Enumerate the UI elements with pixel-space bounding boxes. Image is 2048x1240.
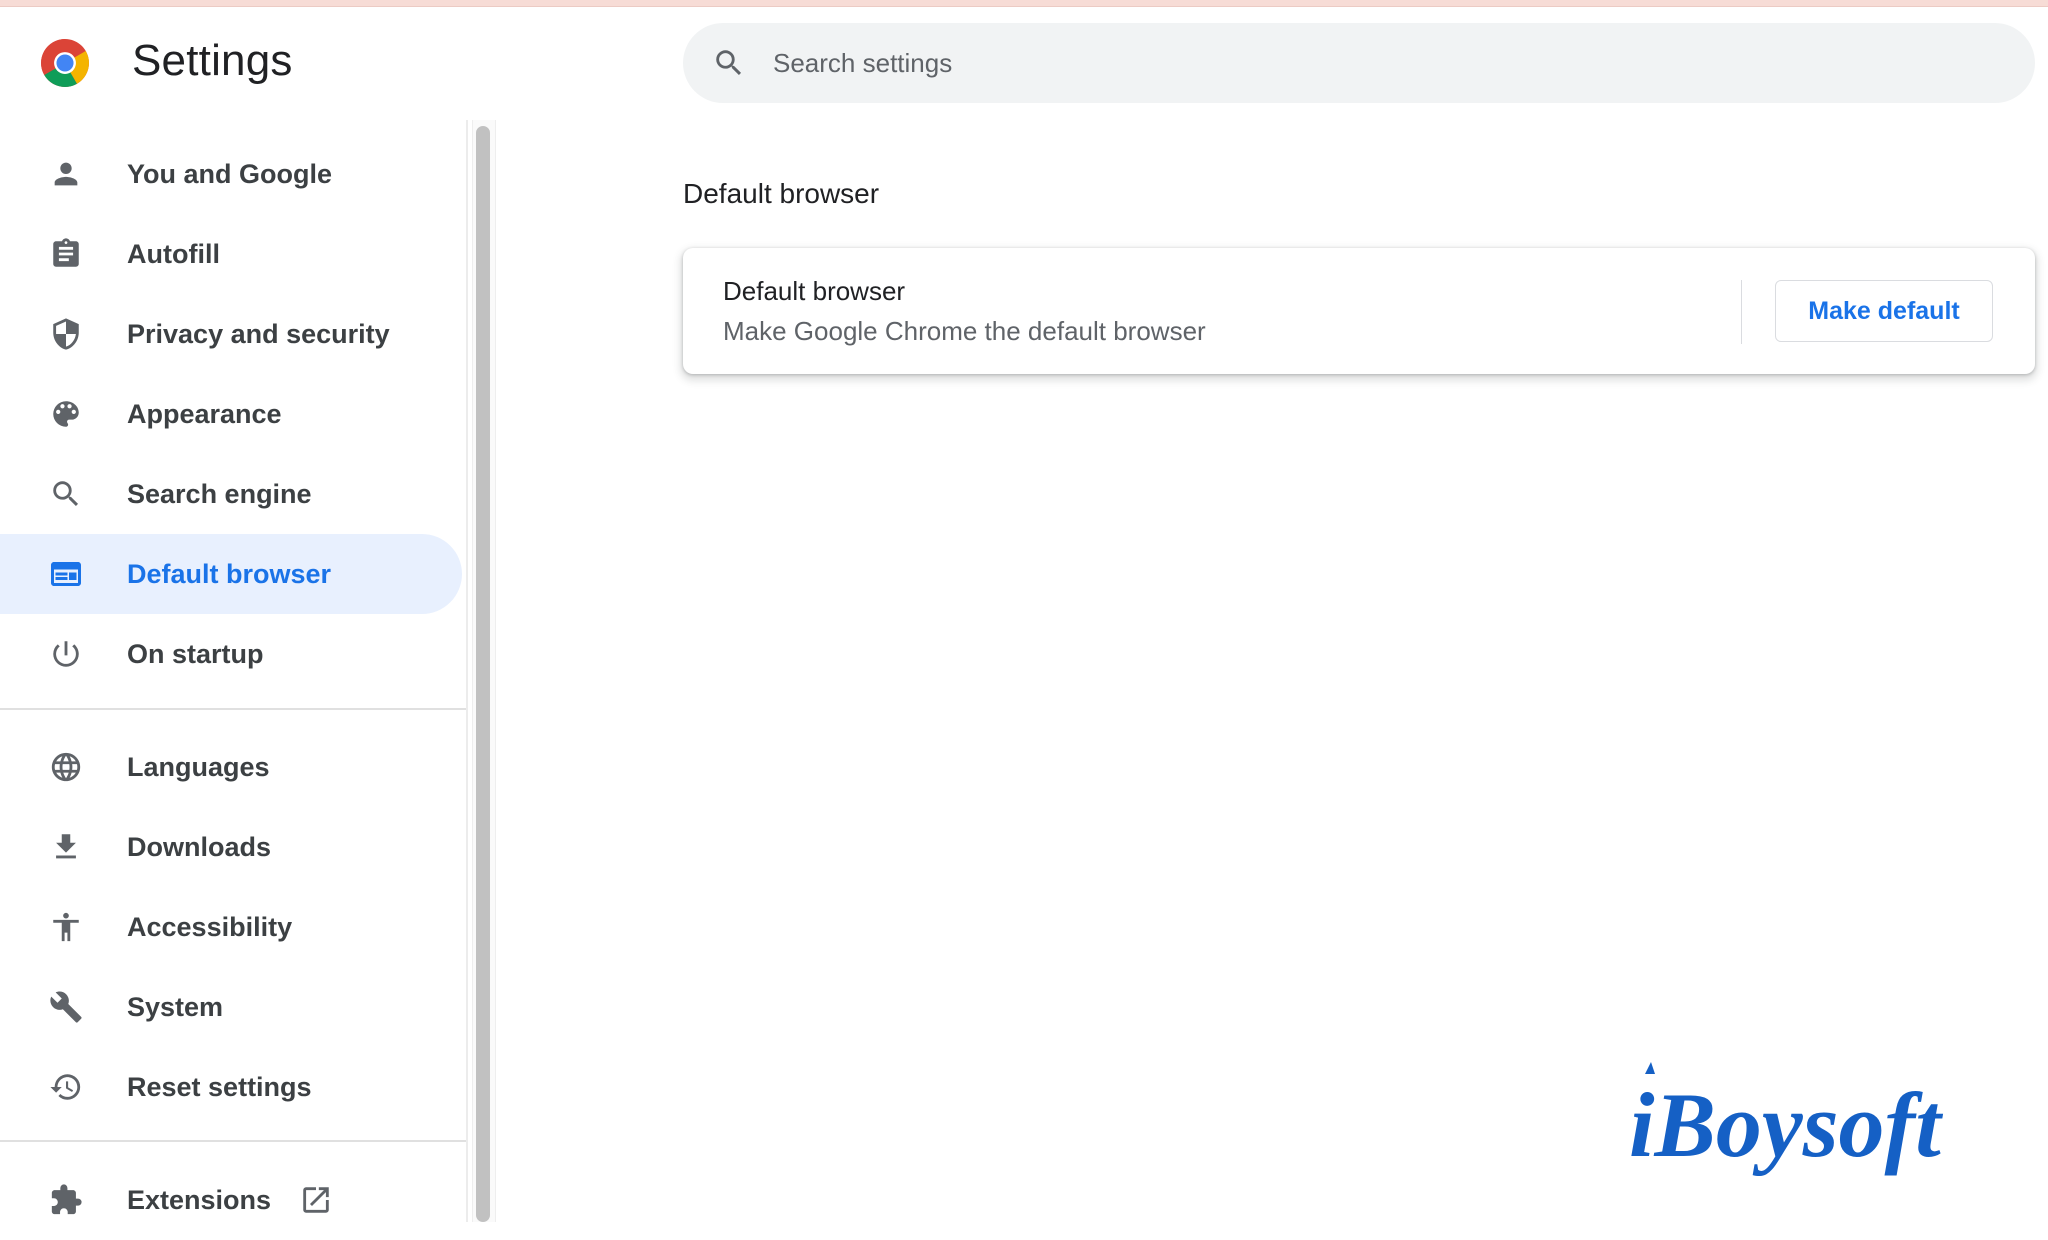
search-bar[interactable]	[683, 23, 2035, 103]
sidebar-border	[466, 120, 468, 1222]
make-default-button[interactable]: Make default	[1775, 280, 1993, 342]
sidebar-item-you-and-google[interactable]: You and Google	[0, 134, 462, 214]
open-in-new-icon[interactable]	[296, 1180, 336, 1220]
sidebar-item-label: Privacy and security	[127, 318, 390, 349]
card-subtitle: Make Google Chrome the default browser	[723, 316, 1206, 346]
iboysoft-watermark-logo: iBoysoft	[1629, 1062, 1943, 1176]
wrench-icon	[46, 987, 86, 1027]
sidebar-divider	[0, 708, 467, 710]
shield-icon	[46, 314, 86, 354]
card-title: Default browser	[723, 276, 906, 306]
page-title: Settings	[132, 36, 293, 85]
sidebar-item-extensions[interactable]: Extensions	[0, 1160, 462, 1240]
sidebar-item-label: Languages	[127, 751, 270, 782]
search-input[interactable]	[771, 46, 1875, 80]
card-divider	[1741, 280, 1742, 344]
section-title: Default browser	[683, 178, 880, 209]
chrome-logo-icon	[41, 39, 89, 87]
sidebar-item-downloads[interactable]: Downloads	[0, 807, 462, 887]
history-reset-icon	[46, 1067, 86, 1107]
sidebar-item-label: Autofill	[127, 238, 220, 269]
accessibility-icon	[46, 907, 86, 947]
sidebar-item-label: Accessibility	[127, 911, 293, 942]
browser-window-icon	[46, 554, 86, 594]
sidebar-item-label: Downloads	[127, 831, 272, 862]
svg-text:iBoysoft: iBoysoft	[1629, 1074, 1943, 1176]
puzzle-icon	[46, 1180, 86, 1220]
globe-icon	[46, 747, 86, 787]
palette-icon	[46, 394, 86, 434]
sidebar-item-autofill[interactable]: Autofill	[0, 214, 462, 294]
search-icon	[709, 43, 749, 83]
sidebar-item-search-engine[interactable]: Search engine	[0, 454, 462, 534]
sidebar-item-on-startup[interactable]: On startup	[0, 614, 462, 694]
download-icon	[46, 827, 86, 867]
sidebar-item-label: On startup	[127, 638, 264, 669]
sidebar-item-label: Search engine	[127, 478, 312, 509]
window-top-border	[0, 0, 2048, 7]
sidebar-nav: You and Google Autofill Privacy and secu…	[0, 120, 470, 1222]
sidebar-item-label: System	[127, 991, 224, 1022]
sidebar-item-appearance[interactable]: Appearance	[0, 374, 462, 454]
sidebar-item-label: Extensions	[127, 1184, 272, 1215]
sidebar-scrollbar-thumb[interactable]	[476, 126, 490, 1222]
sidebar-item-label: You and Google	[127, 158, 332, 189]
sidebar-item-privacy-and-security[interactable]: Privacy and security	[0, 294, 462, 374]
search-icon	[46, 474, 86, 514]
person-icon	[46, 154, 86, 194]
power-icon	[46, 634, 86, 674]
clipboard-icon	[46, 234, 86, 274]
sidebar-item-label: Reset settings	[127, 1071, 312, 1102]
sidebar-item-default-browser[interactable]: Default browser	[0, 534, 462, 614]
sidebar-item-label: Appearance	[127, 398, 282, 429]
sidebar-item-system[interactable]: System	[0, 967, 462, 1047]
sidebar-divider	[0, 1140, 467, 1142]
sidebar-item-label: Default browser	[127, 558, 332, 589]
default-browser-card: Default browser Make Google Chrome the d…	[683, 248, 2035, 374]
sidebar-item-languages[interactable]: Languages	[0, 727, 462, 807]
sidebar-item-accessibility[interactable]: Accessibility	[0, 887, 462, 967]
sidebar-item-reset-settings[interactable]: Reset settings	[0, 1047, 462, 1127]
